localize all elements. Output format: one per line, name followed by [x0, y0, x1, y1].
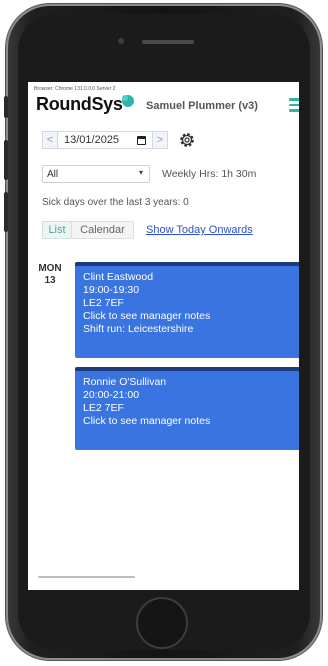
- shift-client-name: Ronnie O'Sullivan: [83, 376, 167, 388]
- settings-gear-icon[interactable]: [178, 131, 196, 149]
- staff-filter-select[interactable]: All ▾: [42, 165, 150, 183]
- tab-list[interactable]: List: [42, 221, 72, 239]
- shift-manager-notes-link[interactable]: Click to see manager notes: [83, 310, 299, 323]
- scroll-indicator: [38, 576, 135, 578]
- date-navigator: < 13/01/2025 >: [42, 130, 196, 150]
- phone-volume-up-button: [4, 140, 8, 180]
- previous-day-button[interactable]: <: [42, 131, 58, 149]
- app-screen: Browser: Chrome 131.0.0.0 Server 2 Round…: [28, 82, 299, 590]
- sick-days-text: Sick days over the last 3 years: 0: [42, 197, 189, 208]
- date-input[interactable]: 13/01/2025: [58, 131, 152, 149]
- shift-postcode: LE2 7EF: [83, 402, 124, 414]
- weekly-hours: Weekly Hrs: 1h 30m: [162, 168, 257, 180]
- show-today-onwards-link[interactable]: Show Today Onwards: [146, 224, 253, 236]
- day-date: 13: [44, 275, 56, 286]
- filter-row: All ▾ Weekly Hrs: 1h 30m: [42, 165, 298, 183]
- browser-info: Browser: Chrome 131.0.0.0 Server 2: [34, 86, 116, 92]
- speaker-grille: [142, 40, 194, 44]
- tab-calendar[interactable]: Calendar: [72, 221, 134, 239]
- shift-card[interactable]: Ronnie O'Sullivan 20:00-21:00 LE2 7EF Cl…: [75, 367, 299, 450]
- phone-side-button: [4, 96, 8, 118]
- shift-time: 20:00-21:00: [83, 389, 140, 401]
- shift-manager-notes-link[interactable]: Click to see manager notes: [83, 415, 299, 428]
- day-weekday: MON: [38, 263, 62, 274]
- date-value: 13/01/2025: [64, 134, 120, 146]
- staff-filter-value: All: [47, 168, 59, 180]
- chevron-down-icon: ▾: [138, 168, 143, 177]
- user-name: Samuel Plummer (v3): [146, 100, 258, 112]
- shift-client-name: Clint Eastwood: [83, 271, 154, 283]
- front-camera: [118, 38, 124, 44]
- logo-mark-icon: [122, 95, 134, 107]
- shift-card[interactable]: Clint Eastwood 19:00-19:30 LE2 7EF Click…: [75, 262, 299, 358]
- phone-home-button[interactable]: [136, 597, 188, 649]
- view-tabs: List Calendar Show Today Onwards: [42, 221, 253, 239]
- day-label: MON 13: [38, 263, 62, 287]
- calendar-icon[interactable]: [137, 136, 146, 145]
- shift-time: 19:00-19:30: [83, 284, 140, 296]
- menu-icon[interactable]: [289, 98, 299, 112]
- phone-volume-down-button: [4, 192, 8, 232]
- shift-postcode: LE2 7EF: [83, 297, 124, 309]
- app-logo: RoundSys: [36, 94, 123, 114]
- shift-run: Shift run: Leicestershire: [83, 323, 194, 335]
- next-day-button[interactable]: >: [152, 131, 168, 149]
